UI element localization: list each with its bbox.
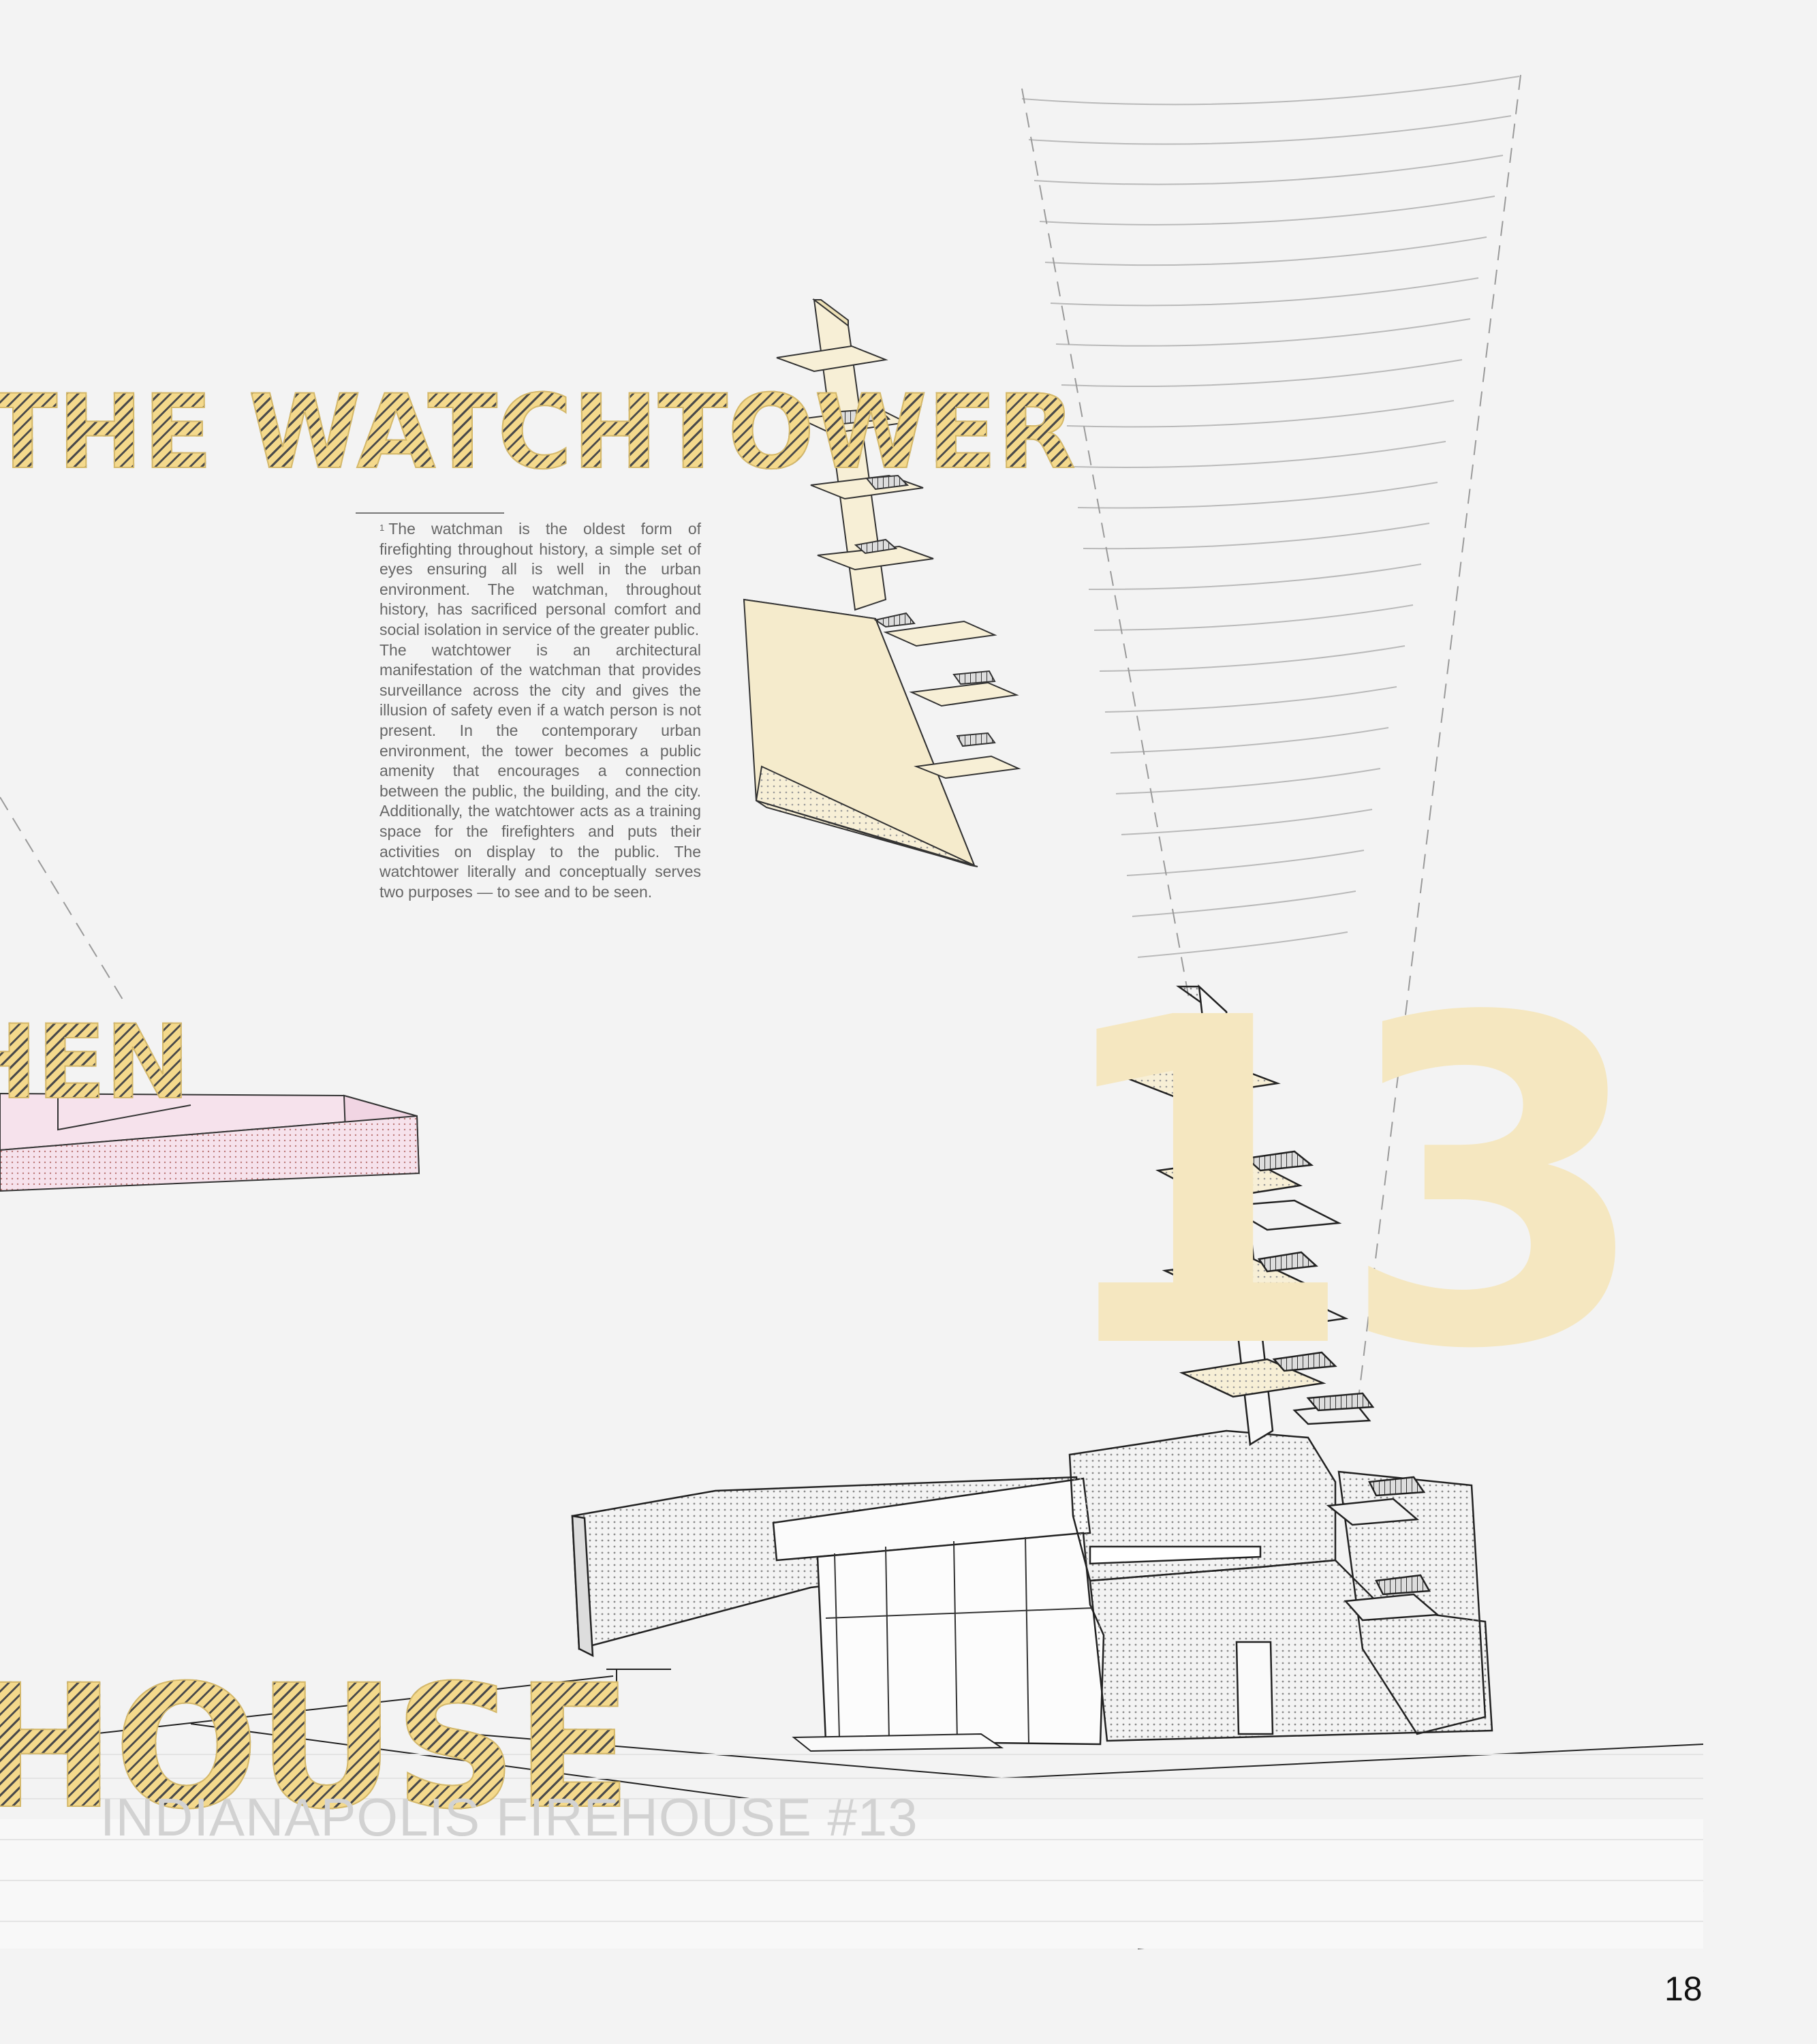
footnote-paragraph-2: The watchtower is an architectural manif… — [379, 640, 701, 901]
page-number: 18 — [1664, 1970, 1703, 2008]
footnote-rule — [356, 512, 504, 514]
firehouse-building — [571, 1429, 1493, 1746]
project-subtitle: INDIANAPOLIS FIREHOUSE #13 — [100, 1787, 918, 1847]
station-number: 13 — [1046, 923, 1651, 1447]
sightline-arcs — [1021, 76, 1520, 958]
heading-the-watchtower: THE WATCHTOWER — [0, 381, 1076, 484]
heading-hen-fragment: HEN — [0, 1011, 191, 1115]
footnote-paragraph-1-text: The watchman is the oldest form of firef… — [379, 520, 701, 638]
footnote-text: 1 The watchman is the oldest form of fire… — [379, 519, 701, 902]
footnote-marker: 1 — [379, 523, 385, 533]
footnote-paragraph-1: 1 The watchman is the oldest form of fire… — [379, 519, 701, 640]
